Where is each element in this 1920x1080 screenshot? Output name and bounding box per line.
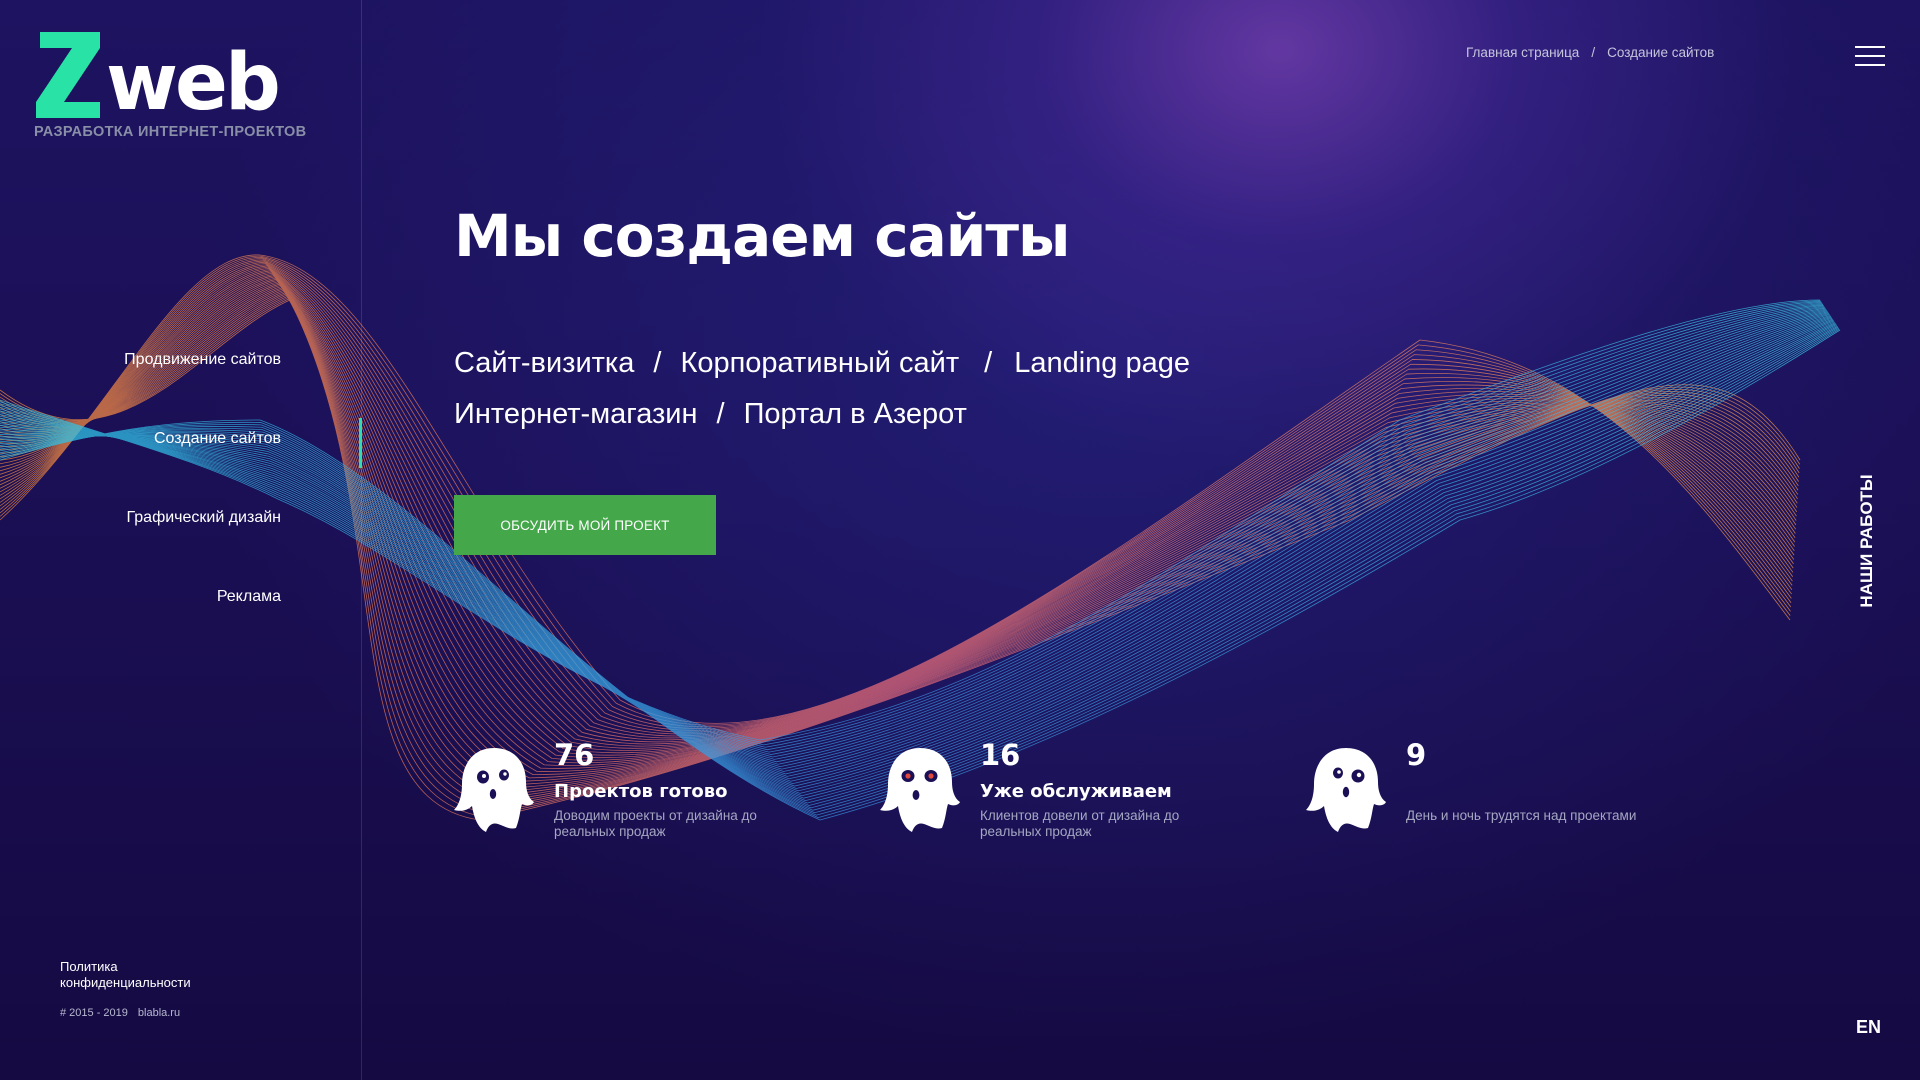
services-list: Сайт-визитка / Корпоративный сайт / Landing … [454,343,1190,445]
breadcrumb-current: Создание сайтов [1607,45,1715,60]
services-row: Интернет-магазин / Портал в Азерот [454,394,1190,445]
side-nav-active-indicator [359,418,362,468]
stat-description: День и ночь трудятся над проектами [1406,808,1637,823]
service-separator: / [716,398,725,430]
copyright-site: blabla.ru [137,1007,181,1019]
stat-description: Доводим проекты от дизайна до реальных п… [554,808,757,839]
stat-title: Уже обслуживаем [980,781,1172,802]
hamburger-icon [1855,55,1885,57]
copyright: # 2015 - 2019 blabla.ru [60,1007,230,1019]
logo[interactable]: web РАЗРАБОТКА ИНТЕРНЕТ-ПРОЕКТОВ [34,30,306,140]
logo-tagline: РАЗРАБОТКА ИНТЕРНЕТ-ПРОЕКТОВ [34,124,307,140]
sidebar-divider [361,0,362,1080]
language-switch[interactable]: EN [1856,1017,1881,1038]
breadcrumb-home-link[interactable]: Главная страница [1466,45,1579,60]
side-nav-item-web-development[interactable]: Создание сайтов [124,429,281,449]
service-separator: / [984,347,993,379]
service-online-store[interactable]: Интернет-магазин [454,398,698,430]
ghost-icon [1306,748,1386,832]
breadcrumb: Главная страница / Создание сайтов [1466,45,1714,60]
service-landing-page[interactable]: Landing page [1014,347,1190,379]
discuss-project-button[interactable]: ОБСУДИТЬ МОЙ ПРОЕКТ [454,495,716,555]
logo-mark: web [34,30,306,122]
breadcrumb-separator: / [1591,45,1596,60]
our-works-tab[interactable]: НАШИ РАБОТЫ [1857,474,1877,607]
privacy-policy-link[interactable]: Политика конфиденциальности [60,959,230,991]
side-nav-item-advertising[interactable]: Реклама [124,587,281,607]
hamburger-icon [1855,46,1885,48]
logo-z-icon [36,32,100,118]
logo-text: web [106,38,281,128]
hamburger-menu-button[interactable] [1855,46,1885,66]
service-corporate-site[interactable]: Корпоративный сайт [680,347,959,379]
copyright-years: # 2015 - 2019 [60,1007,128,1019]
stat-value: 76 [554,738,595,772]
side-nav-item-graphic-design[interactable]: Графический дизайн [124,508,282,528]
service-portal[interactable]: Портал в Азерот [744,398,967,430]
stat-description: Клиентов довели от дизайна до реальных п… [980,808,1180,839]
services-row: Сайт-визитка / Корпоративный сайт / Landing … [454,343,1190,394]
stat-value: 9 [1406,738,1427,772]
ghost-icon [454,748,534,832]
side-nav: Продвижение сайтов Создание сайтов Графи… [124,350,281,666]
service-business-card-site[interactable]: Сайт-визитка [454,347,634,379]
landing-page: web РАЗРАБОТКА ИНТЕРНЕТ-ПРОЕКТОВ Продвиж… [0,0,1920,1080]
hero-title: Мы создаем сайты [454,202,1070,270]
side-nav-item-seo[interactable]: Продвижение сайтов [124,350,281,370]
hamburger-icon [1855,64,1885,66]
service-separator: / [653,347,662,379]
ghost-icon [880,748,960,832]
footer: Политика конфиденциальности # 2015 - 201… [60,959,230,1019]
stat-title: Проектов готово [554,781,728,802]
stat-value: 16 [980,738,1021,772]
decorative-wave-lines [0,254,1841,821]
